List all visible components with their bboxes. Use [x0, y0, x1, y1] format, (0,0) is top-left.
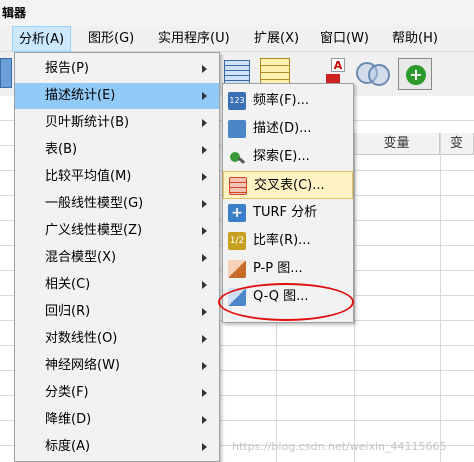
submenu-arrow-icon [202, 200, 207, 208]
menu-item-label: 比率(R)... [253, 233, 311, 248]
menu-item-descriptive-statistics[interactable]: 描述统计(E) [15, 83, 219, 109]
submenu-arrow-icon [202, 443, 207, 451]
menu-item-reports[interactable]: 报告(P) [15, 56, 219, 82]
submenu-arrow-icon [202, 362, 207, 370]
submenu-arrow-icon [202, 389, 207, 397]
submenu-arrow-icon [202, 173, 207, 181]
menu-item-label: 报告(P) [45, 61, 89, 76]
menu-item-label: 交叉表(C)... [254, 178, 325, 193]
submenu-arrow-icon [202, 119, 207, 127]
menu-item-turf-analysis[interactable]: + TURF 分析 [223, 199, 353, 227]
menu-item-scale[interactable]: 标度(A) [15, 434, 219, 460]
menu-item-label: 神经网络(W) [45, 358, 120, 373]
menu-item-neural-networks[interactable]: 神经网络(W) [15, 353, 219, 379]
menu-item-label: 描述(D)... [253, 121, 312, 136]
menu-item-label: P-P 图... [253, 261, 303, 276]
menu-item-label: 混合模型(X) [45, 250, 117, 265]
menu-item-dimension-reduction[interactable]: 降维(D) [15, 407, 219, 433]
submenu-arrow-icon [202, 146, 207, 154]
menu-utilities[interactable]: 实用程序(U) [152, 26, 236, 52]
menu-item-regression[interactable]: 回归(R) [15, 299, 219, 325]
turf-icon: + [228, 204, 246, 222]
ratio-icon: 1/2 [228, 232, 246, 250]
column-header-variable[interactable]: 变量 [354, 133, 440, 155]
menu-item-frequencies[interactable]: 123 频率(F)... [223, 87, 353, 115]
menu-item-label: 贝叶斯统计(B) [45, 115, 130, 130]
descriptives-icon [228, 120, 246, 138]
submenu-arrow-icon [202, 281, 207, 289]
menu-item-label: 表(B) [45, 142, 78, 157]
menu-item-label: 对数线性(O) [45, 331, 118, 346]
menu-item-compare-means[interactable]: 比较平均值(M) [15, 164, 219, 190]
toolbar-edge-icon[interactable] [0, 58, 12, 88]
menu-item-descriptives[interactable]: 描述(D)... [223, 115, 353, 143]
menu-item-label: 标度(A) [45, 439, 91, 454]
menu-item-explore[interactable]: 探索(E)... [223, 143, 353, 171]
submenu-arrow-icon [202, 227, 207, 235]
menu-window[interactable]: 窗口(W) [314, 26, 375, 52]
menu-item-ratio[interactable]: 1/2 比率(R)... [223, 227, 353, 255]
column-header-variable-2[interactable]: 变 [440, 133, 474, 155]
menu-item-label: 描述统计(E) [45, 88, 116, 103]
menu-item-generalized-linear-model[interactable]: 广义线性模型(Z) [15, 218, 219, 244]
submenu-arrow-icon [202, 254, 207, 262]
frequencies-icon: 123 [228, 92, 246, 110]
grid-line [354, 133, 355, 462]
sets-icon[interactable] [354, 60, 394, 88]
menu-extensions[interactable]: 扩展(X) [248, 26, 305, 52]
menu-item-general-linear-model[interactable]: 一般线性模型(G) [15, 191, 219, 217]
grid-line [440, 133, 441, 462]
menu-item-correlate[interactable]: 相关(C) [15, 272, 219, 298]
menu-graphs[interactable]: 图形(G) [82, 26, 140, 52]
menu-item-crosstabs[interactable]: 交叉表(C)... [223, 171, 353, 199]
menu-item-tables[interactable]: 表(B) [15, 137, 219, 163]
menu-analyze[interactable]: 分析(A) [12, 26, 72, 52]
menu-item-pp-plots[interactable]: P-P 图... [223, 255, 353, 283]
submenu-arrow-icon [202, 65, 207, 73]
menu-item-classify[interactable]: 分类(F) [15, 380, 219, 406]
crosstabs-icon [229, 177, 247, 195]
watermark: https://blog.csdn.net/weixin_44115665 [232, 440, 447, 453]
explore-icon [228, 148, 246, 166]
menu-bar: 分析(A) 图形(G) 实用程序(U) 扩展(X) 窗口(W) 帮助(H) [0, 26, 474, 52]
menu-item-label: 探索(E)... [253, 149, 310, 164]
submenu-arrow-icon [202, 335, 207, 343]
menu-item-label: 分类(F) [45, 385, 89, 400]
menu-item-loglinear[interactable]: 对数线性(O) [15, 326, 219, 352]
pp-plot-icon [228, 260, 246, 278]
annotation-oval [218, 283, 354, 321]
menu-help[interactable]: 帮助(H) [386, 26, 444, 52]
menu-item-label: 广义线性模型(Z) [45, 223, 143, 238]
add-plus-icon[interactable]: + [398, 58, 432, 90]
menu-item-label: 一般线性模型(G) [45, 196, 144, 211]
submenu-arrow-icon [202, 416, 207, 424]
menu-item-label: 相关(C) [45, 277, 91, 292]
grid-icon[interactable] [260, 58, 290, 86]
menu-item-label: 降维(D) [45, 412, 92, 427]
menu-item-label: 比较平均值(M) [45, 169, 132, 184]
submenu-arrow-icon [202, 92, 207, 100]
window-title: 辑器 [0, 0, 474, 26]
menu-item-label: TURF 分析 [253, 205, 318, 220]
menu-item-label: 频率(F)... [253, 93, 310, 108]
submenu-arrow-icon [202, 308, 207, 316]
menu-item-bayesian[interactable]: 贝叶斯统计(B) [15, 110, 219, 136]
menu-item-mixed-models[interactable]: 混合模型(X) [15, 245, 219, 271]
menu-item-label: 回归(R) [45, 304, 91, 319]
analyze-menu: 报告(P) 描述统计(E) 贝叶斯统计(B) 表(B) 比较平均值(M) 一般线… [14, 52, 220, 462]
